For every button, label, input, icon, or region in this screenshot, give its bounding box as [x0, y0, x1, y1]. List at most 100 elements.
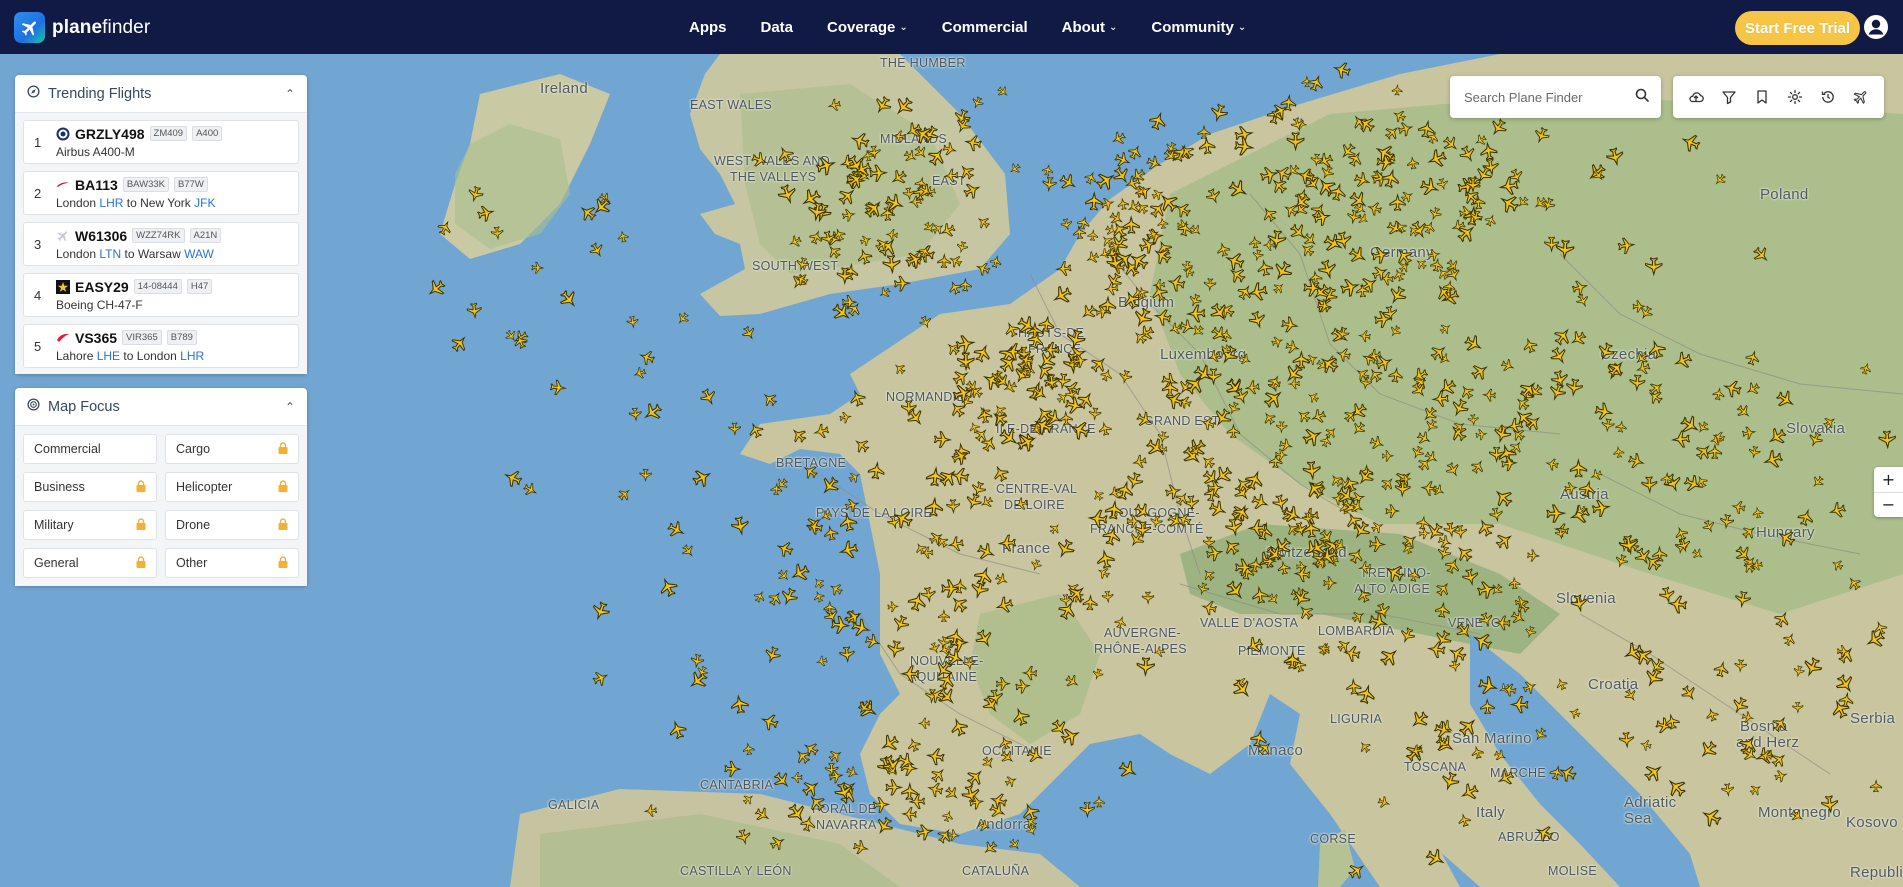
aircraft-marker[interactable]: [1296, 603, 1315, 622]
aircraft-marker[interactable]: [1427, 248, 1441, 262]
aircraft-marker[interactable]: [1385, 504, 1401, 518]
focus-option-general[interactable]: General: [23, 548, 157, 578]
aircraft-marker[interactable]: [1789, 808, 1805, 824]
aircraft-marker[interactable]: [1516, 195, 1531, 210]
aircraft-marker[interactable]: [467, 185, 484, 203]
aircraft-marker[interactable]: [1489, 507, 1504, 523]
aircraft-marker[interactable]: [1198, 136, 1216, 155]
aircraft-marker[interactable]: [1793, 665, 1805, 678]
aircraft-marker[interactable]: [901, 781, 918, 801]
aircraft-marker[interactable]: [1748, 445, 1761, 459]
aircraft-marker[interactable]: [1447, 643, 1468, 664]
aircraft-marker[interactable]: [1510, 426, 1527, 443]
aircraft-marker[interactable]: [948, 253, 964, 269]
aircraft-marker[interactable]: [1319, 435, 1332, 448]
aircraft-marker[interactable]: [776, 183, 798, 205]
aircraft-marker[interactable]: [838, 540, 859, 561]
aircraft-marker[interactable]: [948, 593, 970, 615]
aircraft-marker[interactable]: [1201, 600, 1218, 616]
aircraft-marker[interactable]: [1639, 739, 1652, 751]
aircraft-marker[interactable]: [887, 601, 900, 613]
aircraft-marker[interactable]: [1085, 250, 1100, 265]
aircraft-marker[interactable]: [886, 640, 905, 659]
aircraft-marker[interactable]: [1491, 486, 1515, 510]
aircraft-marker[interactable]: [680, 543, 696, 559]
aircraft-marker[interactable]: [1594, 402, 1614, 421]
aircraft-marker[interactable]: [1015, 679, 1031, 694]
bookmark-icon[interactable]: [1753, 88, 1771, 106]
aircraft-marker[interactable]: [1282, 504, 1303, 525]
aircraft-marker[interactable]: [1722, 379, 1742, 399]
aircraft-marker[interactable]: [1434, 580, 1452, 598]
aircraft-marker[interactable]: [1377, 645, 1401, 669]
aircraft-marker[interactable]: [1807, 431, 1824, 448]
aircraft-marker[interactable]: [1792, 701, 1804, 714]
aircraft-marker[interactable]: [1205, 187, 1223, 205]
aircraft-marker[interactable]: [908, 793, 926, 810]
trending-flights-header[interactable]: Trending Flights ⌃: [15, 75, 307, 113]
aircraft-marker[interactable]: [788, 234, 803, 249]
aircraft-marker[interactable]: [1810, 474, 1825, 489]
aircraft-marker[interactable]: [1424, 847, 1447, 870]
aircraft-marker[interactable]: [730, 694, 749, 714]
aircraft-marker[interactable]: [1514, 596, 1528, 608]
aircraft-marker[interactable]: [1869, 779, 1883, 793]
aircraft-marker[interactable]: [1680, 132, 1702, 154]
aircraft-marker[interactable]: [1008, 162, 1022, 176]
aircraft-marker[interactable]: [1088, 407, 1102, 421]
aircraft-marker[interactable]: [1367, 201, 1383, 217]
aircraft-marker[interactable]: [856, 248, 874, 266]
aircraft-marker[interactable]: [1226, 423, 1241, 439]
aircraft-marker[interactable]: [1740, 523, 1758, 541]
aircraft-marker[interactable]: [1374, 602, 1392, 620]
brand-logo-link[interactable]: planefinder: [14, 12, 150, 43]
aircraft-marker[interactable]: [747, 421, 765, 439]
aircraft-marker[interactable]: [1346, 860, 1367, 881]
aircraft-marker[interactable]: [549, 379, 567, 396]
aircraft-marker[interactable]: [1251, 585, 1269, 604]
aircraft-marker[interactable]: [1770, 714, 1790, 734]
aircraft-marker[interactable]: [918, 315, 933, 330]
aircraft-marker[interactable]: [628, 407, 642, 422]
aircraft-marker[interactable]: [1481, 388, 1496, 402]
aircraft-marker[interactable]: [1500, 455, 1518, 472]
aircraft-marker[interactable]: [970, 95, 984, 109]
aircraft-marker[interactable]: [996, 85, 1010, 99]
aircraft-marker[interactable]: [1301, 231, 1319, 249]
aircraft-marker[interactable]: [1476, 579, 1497, 600]
aircraft-marker[interactable]: [800, 815, 817, 832]
aircraft-marker[interactable]: [958, 277, 972, 292]
aircraft-marker[interactable]: [741, 792, 755, 806]
aircraft-marker[interactable]: [1207, 349, 1222, 364]
aircraft-marker[interactable]: [1589, 468, 1603, 482]
aircraft-marker[interactable]: [850, 131, 871, 152]
nav-community[interactable]: Community ⌄: [1134, 19, 1263, 36]
aircraft-marker[interactable]: [490, 226, 504, 241]
aircraft-marker[interactable]: [844, 497, 860, 513]
aircraft-marker[interactable]: [657, 576, 679, 598]
focus-option-cargo[interactable]: Cargo: [165, 434, 299, 464]
aircraft-marker[interactable]: [839, 646, 855, 664]
aircraft-marker[interactable]: [1748, 782, 1763, 797]
aircraft-marker[interactable]: [1021, 666, 1038, 681]
aircraft-marker[interactable]: [1821, 795, 1839, 814]
aircraft-marker[interactable]: [1494, 615, 1511, 631]
aircraft-marker[interactable]: [1635, 360, 1652, 376]
aircraft-marker[interactable]: [1522, 679, 1538, 695]
aircraft-marker[interactable]: [1744, 350, 1760, 366]
aircraft-marker[interactable]: [806, 792, 828, 814]
aircraft-marker[interactable]: [925, 466, 945, 487]
aircraft-marker[interactable]: [753, 590, 767, 604]
aircraft-marker[interactable]: [1707, 443, 1723, 460]
aircraft-marker[interactable]: [1547, 382, 1567, 402]
aircraft-marker[interactable]: [1223, 578, 1248, 603]
aircraft-marker[interactable]: [1496, 768, 1516, 788]
aircraft-marker[interactable]: [902, 148, 918, 164]
aircraft-marker[interactable]: [1261, 386, 1286, 411]
aircraft-marker[interactable]: [616, 486, 632, 502]
aircraft-marker[interactable]: [557, 288, 580, 311]
focus-option-commercial[interactable]: Commercial: [23, 434, 157, 464]
aircraft-marker[interactable]: [1459, 781, 1480, 802]
aircraft-marker[interactable]: [1458, 144, 1478, 164]
aircraft-marker[interactable]: [1356, 212, 1370, 226]
